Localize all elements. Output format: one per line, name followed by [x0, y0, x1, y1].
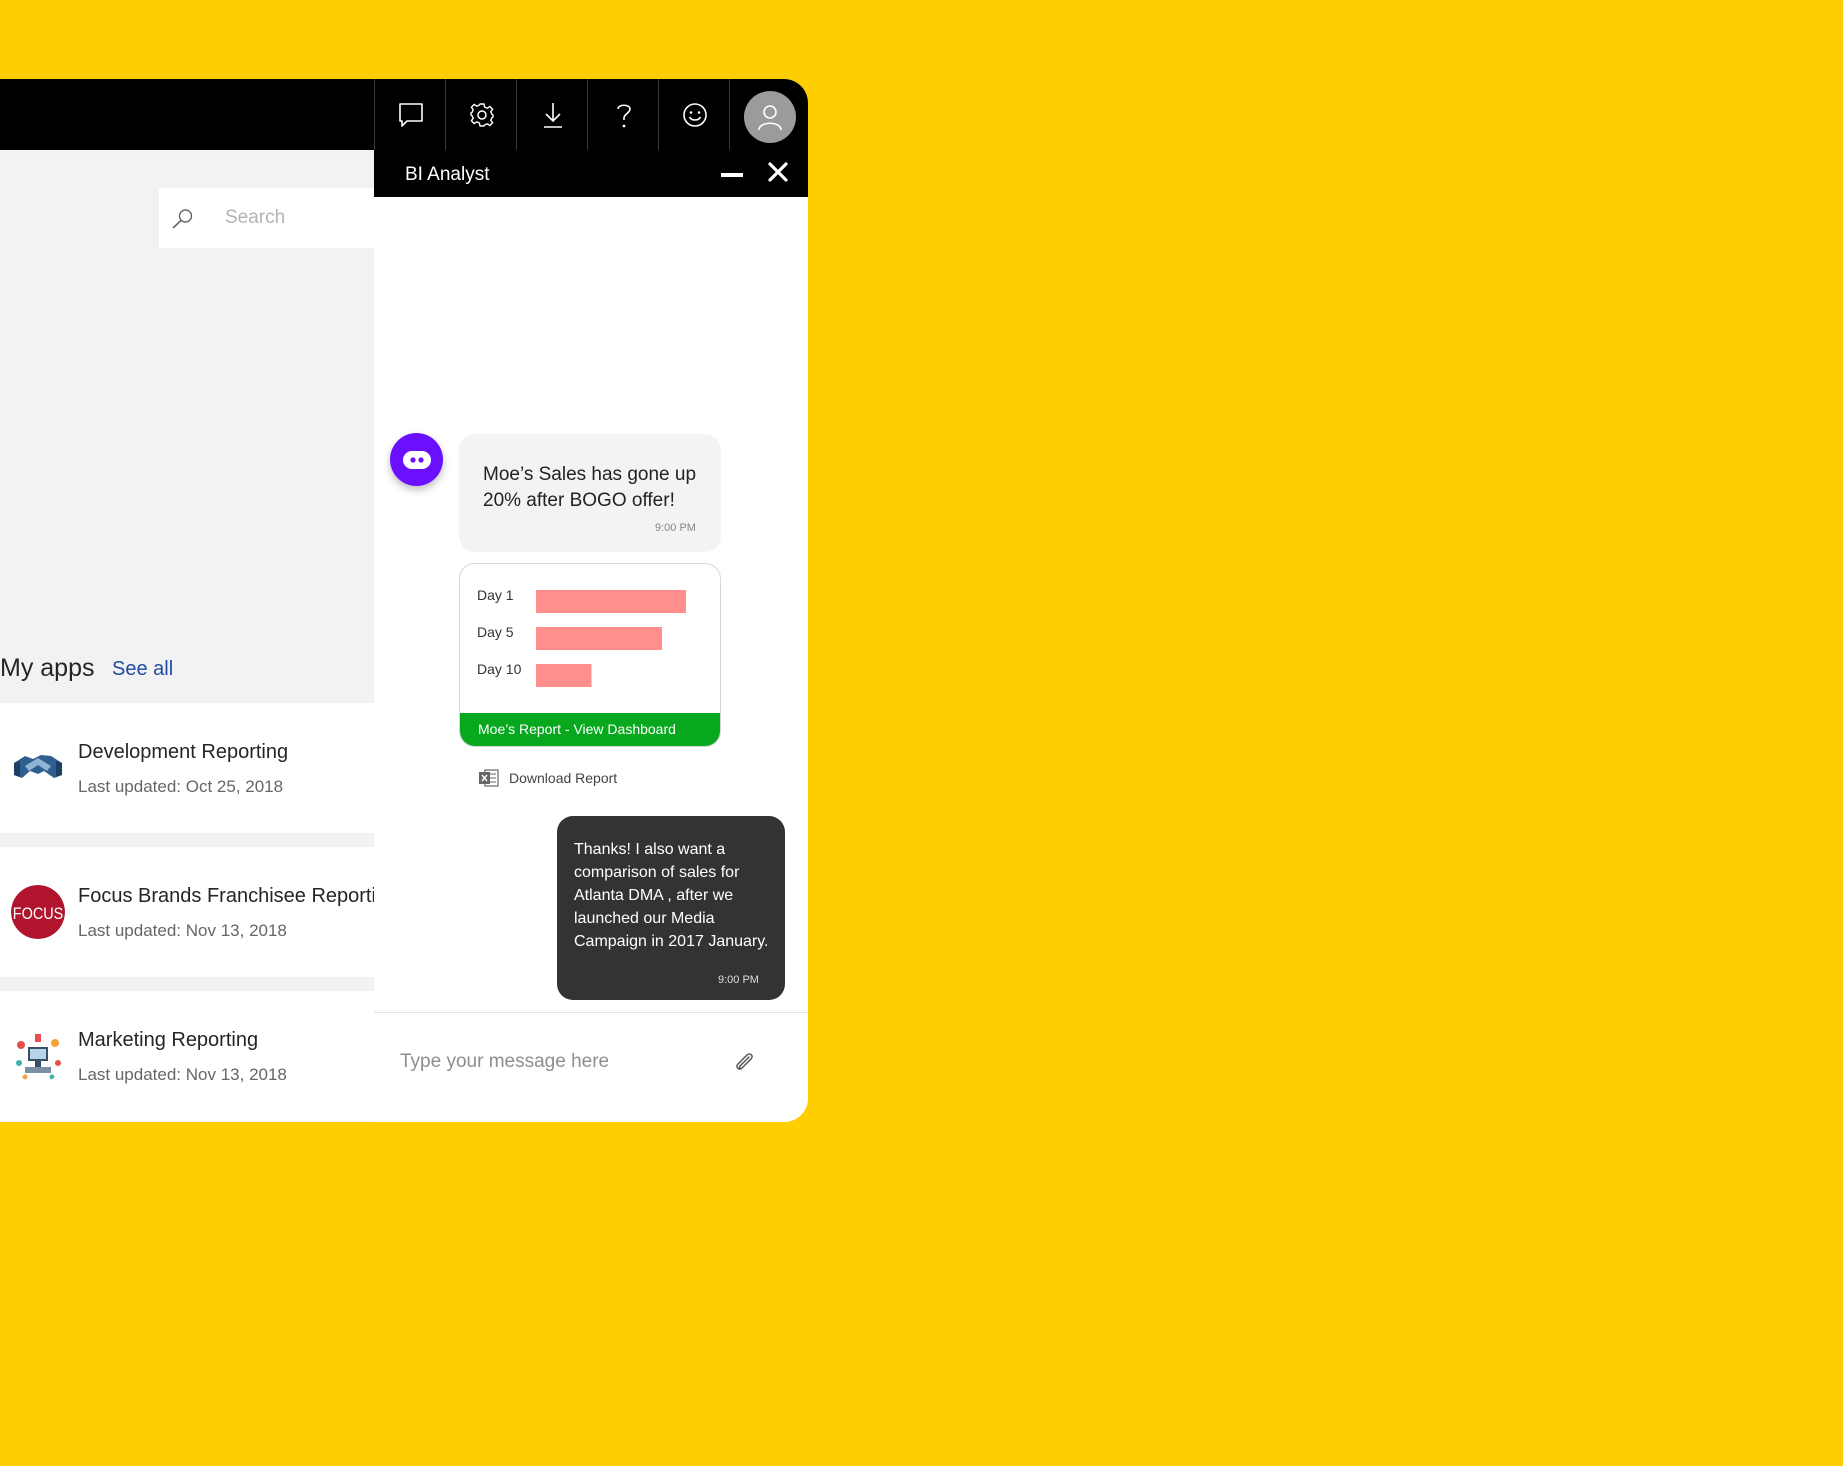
user-avatar[interactable]	[744, 91, 796, 143]
bar	[536, 664, 592, 687]
bar-label: Day 10	[477, 661, 522, 677]
minimize-icon	[721, 173, 743, 177]
user-message-text: Thanks! I also want a comparison of sale…	[574, 841, 769, 950]
message-input[interactable]	[400, 1043, 720, 1081]
download-report-label: Download Report	[509, 770, 618, 786]
excel-icon	[479, 769, 499, 787]
app-card-focus-brands[interactable]: FOCUS Focus Brands Franchisee Reporting …	[0, 847, 374, 977]
app-title: Marketing Reporting	[78, 1029, 259, 1051]
feedback-button[interactable]	[658, 79, 730, 150]
chat-icon	[398, 102, 423, 127]
search-icon	[172, 209, 193, 229]
attach-button[interactable]	[730, 1048, 758, 1076]
app-last-updated: Last updated: Oct 25, 2018	[78, 777, 284, 796]
bar	[536, 627, 662, 650]
user-message-bubble: Thanks! I also want a comparison of sale…	[557, 816, 785, 1000]
view-dashboard-link[interactable]: Moe’s Report - View Dashboard	[460, 713, 720, 746]
app-last-updated: Last updated: Nov 13, 2018	[78, 921, 287, 940]
search-input[interactable]	[225, 200, 374, 236]
my-apps-heading: My apps	[0, 654, 95, 682]
app-window: My apps See all Development Reporting La…	[0, 79, 808, 1122]
chat-title: BI Analyst	[405, 164, 490, 185]
bot-message-time: 9:00 PM	[655, 522, 696, 534]
focus-logo: FOCUS	[11, 885, 65, 939]
user-avatar-icon	[758, 105, 782, 131]
report-bar-chart: Day 1 Day 5 Day 10	[477, 587, 686, 687]
bot-message-text: Moe’s Sales has gone up 20% after BOGO o…	[483, 464, 697, 511]
chat-panel: BI Analyst Moe’s Sales has gone up 20% a…	[374, 150, 808, 1122]
help-button[interactable]	[587, 79, 659, 150]
search-box	[159, 188, 374, 248]
download-button[interactable]	[516, 79, 588, 150]
bar-label: Day 5	[477, 624, 514, 640]
smiley-icon	[682, 102, 707, 127]
settings-button[interactable]	[445, 79, 517, 150]
app-title: Development Reporting	[78, 741, 289, 763]
download-report-link[interactable]: Download Report	[479, 767, 617, 789]
top-bar	[0, 79, 808, 150]
bar-label: Day 1	[477, 587, 514, 603]
composer-divider	[374, 1012, 808, 1013]
minimize-button[interactable]	[719, 162, 745, 184]
handshake-icon	[11, 741, 65, 795]
paperclip-icon	[736, 1053, 753, 1070]
bot-message-bubble: Moe’s Sales has gone up 20% after BOGO o…	[459, 434, 721, 552]
see-all-link[interactable]: See all	[112, 658, 173, 681]
user-message-time: 9:00 PM	[718, 974, 759, 986]
chat-button[interactable]	[374, 79, 446, 150]
chat-header: BI Analyst	[374, 150, 808, 197]
app-card-development-reporting[interactable]: Development Reporting Last updated: Oct …	[0, 703, 374, 833]
gear-icon	[469, 102, 494, 127]
bot-icon	[402, 450, 431, 469]
left-pane: My apps See all Development Reporting La…	[0, 150, 374, 1122]
svg-text:FOCUS: FOCUS	[13, 905, 64, 923]
close-button[interactable]	[766, 160, 790, 184]
close-icon	[768, 162, 788, 182]
bot-avatar	[390, 433, 443, 486]
download-icon	[543, 102, 562, 128]
report-chart-card[interactable]: Day 1 Day 5 Day 10 Moe’s Report - View Das…	[459, 563, 721, 747]
app-title: Focus Brands Franchisee Reporting	[78, 885, 374, 907]
marketing-icon	[11, 1029, 65, 1083]
help-icon	[616, 103, 631, 127]
bar	[536, 590, 686, 613]
app-last-updated: Last updated: Nov 13, 2018	[78, 1065, 287, 1084]
app-card-marketing-reporting[interactable]: Marketing Reporting Last updated: Nov 13…	[0, 991, 374, 1121]
